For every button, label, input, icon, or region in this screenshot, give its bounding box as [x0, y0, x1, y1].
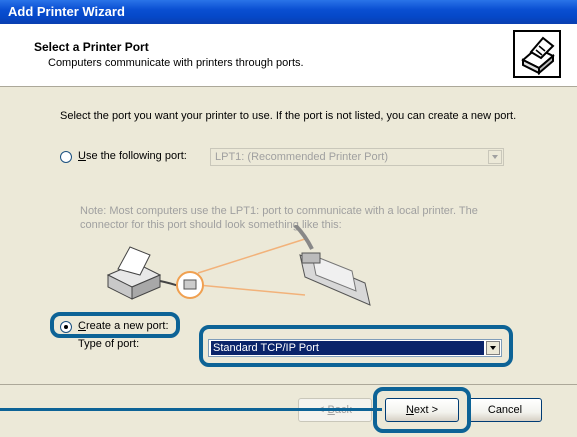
create-port-highlight — [50, 312, 180, 338]
wizard-header: Select a Printer Port Computers communic… — [0, 24, 577, 87]
window-title: Add Printer Wizard — [8, 4, 125, 19]
use-following-port-radio[interactable] — [60, 151, 72, 163]
next-highlight — [373, 387, 471, 433]
existing-port-value: LPT1: (Recommended Printer Port) — [215, 151, 389, 163]
use-following-port-label[interactable]: Use the following port: — [78, 150, 187, 162]
type-of-port-label: Type of port: — [78, 338, 140, 350]
printer-connector-illustration — [106, 225, 371, 306]
header-subtitle: Computers communicate with printers thro… — [48, 57, 304, 69]
printer-icon — [106, 246, 183, 300]
header-title: Select a Printer Port — [34, 40, 149, 54]
port-type-highlight — [199, 325, 513, 367]
title-bar: Add Printer Wizard — [0, 0, 577, 24]
callout-line — [0, 408, 382, 411]
printer-wizard-icon — [513, 30, 561, 78]
instruction-text: Select the port you want your printer to… — [60, 110, 517, 122]
existing-port-combo[interactable]: LPT1: (Recommended Printer Port) — [210, 148, 504, 166]
wizard-body: Select the port you want your printer to… — [0, 87, 577, 384]
parallel-connector-icon — [293, 225, 371, 306]
cancel-button[interactable]: Cancel — [468, 398, 542, 422]
chevron-down-icon[interactable] — [488, 150, 502, 164]
